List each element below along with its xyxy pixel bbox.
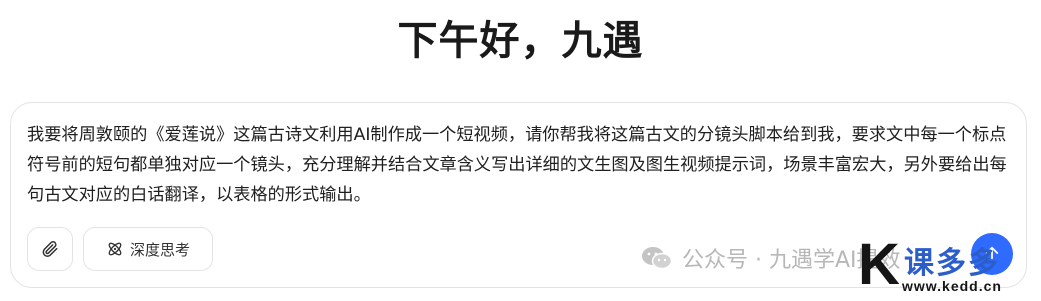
logo-name: 课多多 [904, 246, 1000, 281]
logo-letter: K [858, 232, 900, 297]
paperclip-icon [41, 240, 59, 258]
wechat-icon [640, 245, 674, 271]
logo-url: www.kedd.cn [902, 278, 1002, 294]
deep-think-button[interactable]: 深度思考 [83, 227, 213, 271]
page-title: 下午好，九遇 [397, 18, 644, 64]
atom-icon [106, 240, 124, 258]
attach-button[interactable] [27, 227, 73, 271]
prompt-input[interactable]: 我要将周敦颐的《爱莲说》这篇古诗文利用AI制作成一个短视频，请你帮我将这篇古文的… [27, 120, 1012, 210]
deep-think-label: 深度思考 [129, 240, 190, 259]
kedd-logo: K 课多多 www.kedd.cn [858, 236, 1038, 298]
